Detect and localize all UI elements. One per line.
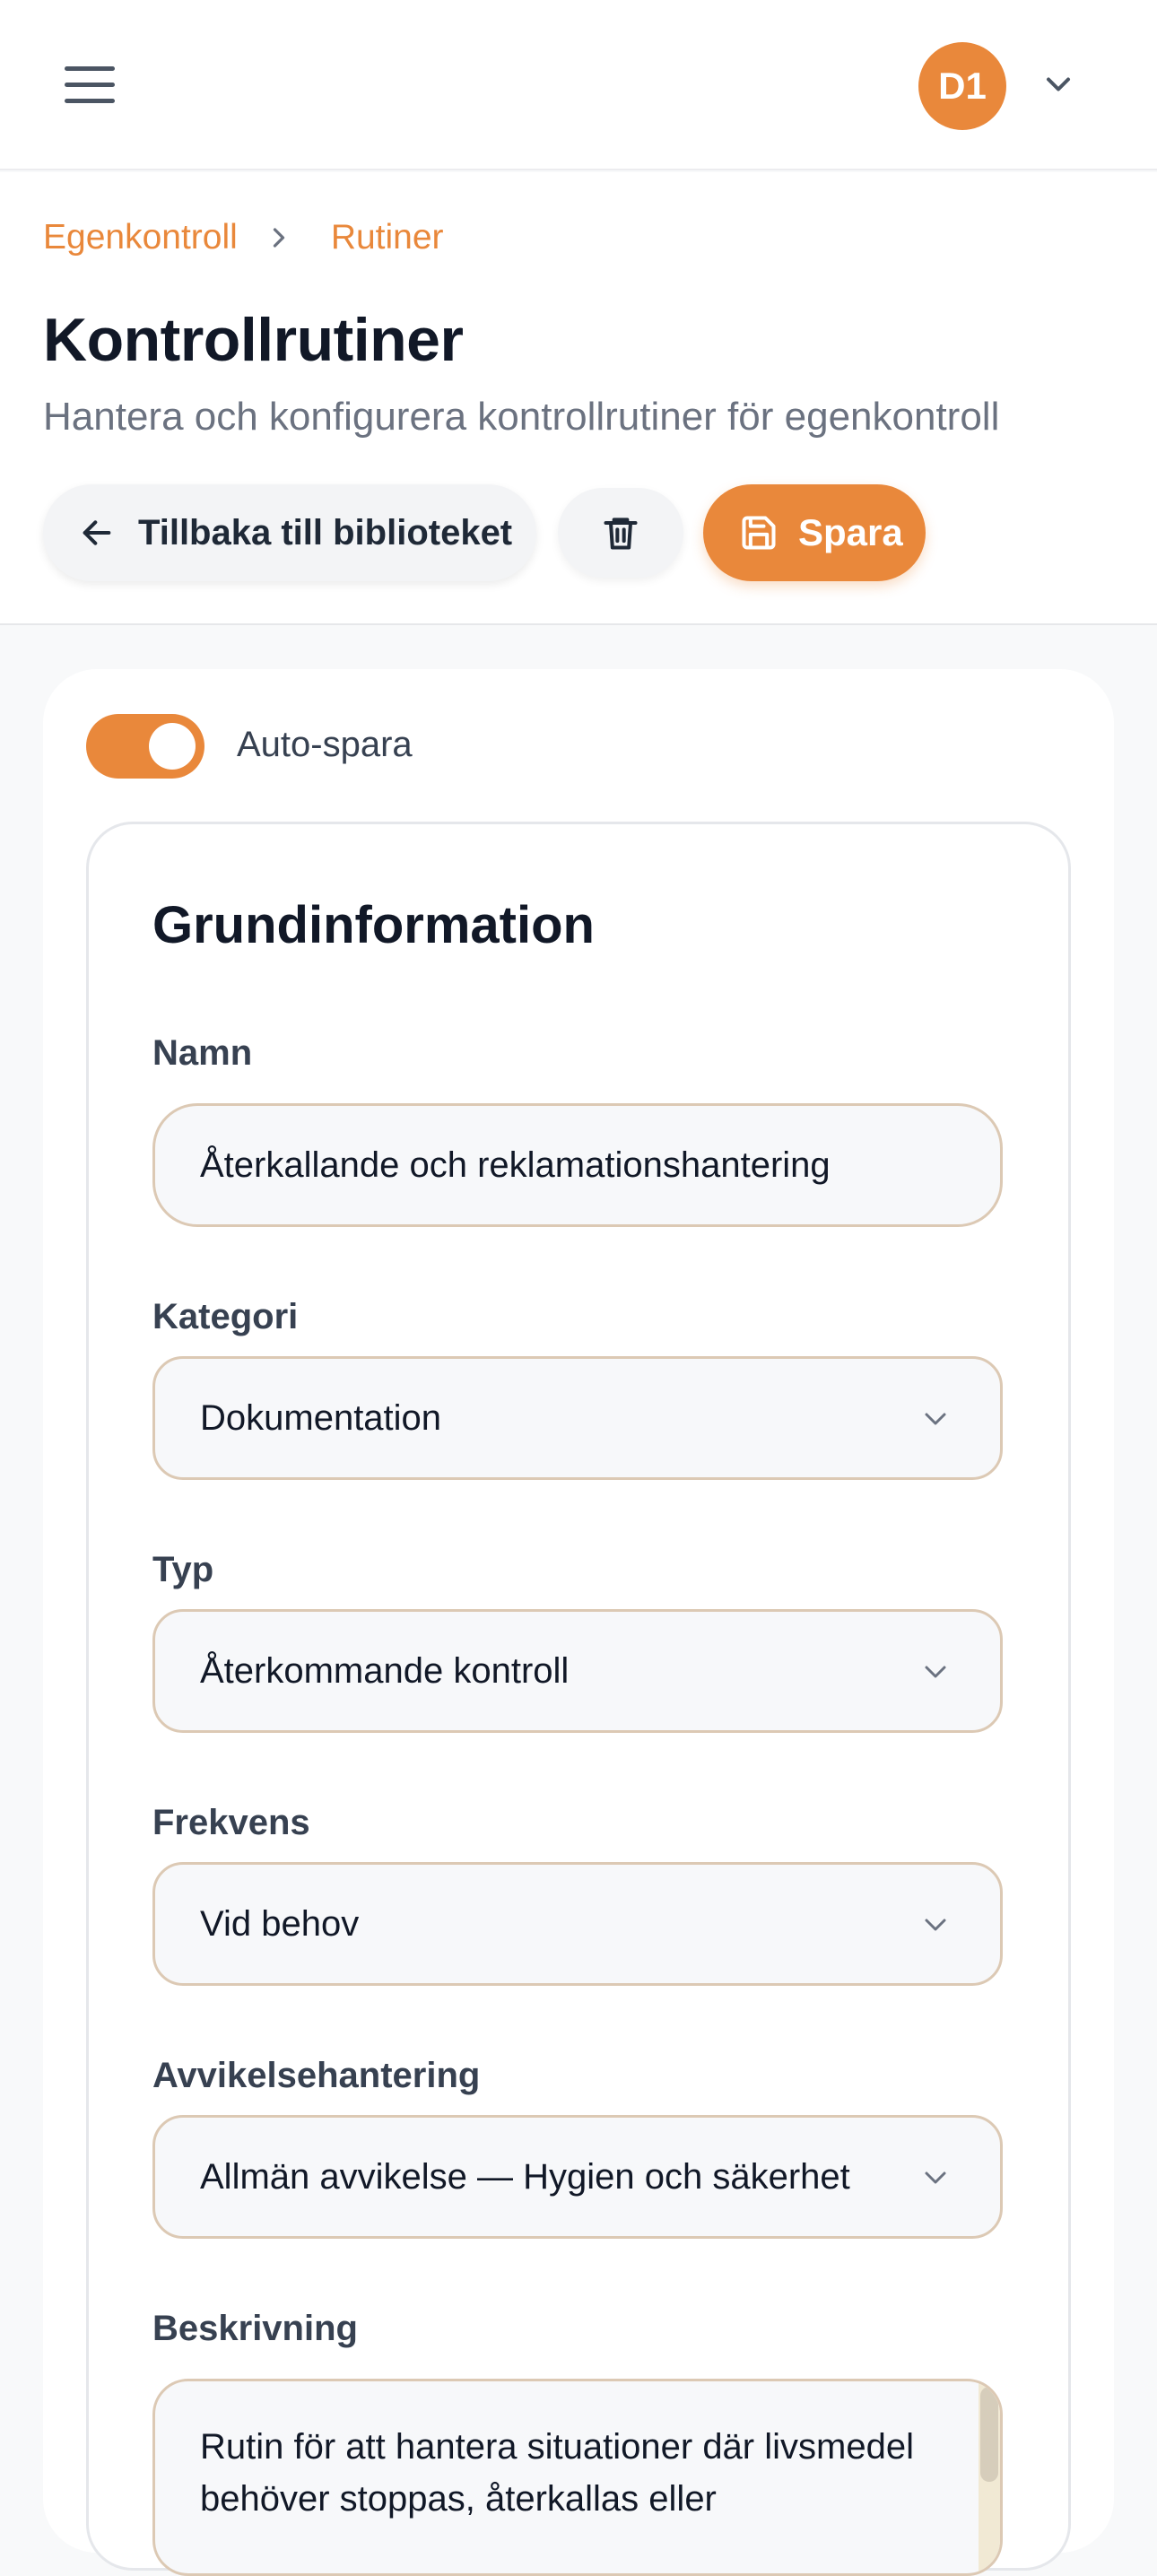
frequency-label: Frekvens	[152, 1803, 310, 1842]
name-input[interactable]: Återkallande och reklamationshantering	[152, 1103, 1003, 1227]
textarea-scrollbar[interactable]	[979, 2381, 1000, 2573]
type-select[interactable]: Återkommande kontroll	[152, 1609, 1003, 1733]
deviation-select[interactable]: Allmän avvikelse — Hygien och säkerhet	[152, 2115, 1003, 2239]
arrow-left-icon	[83, 520, 111, 545]
menu-line	[65, 98, 115, 103]
category-label: Kategori	[152, 1297, 299, 1336]
save-button[interactable]: Spara	[703, 484, 926, 581]
menu-line	[65, 65, 115, 71]
category-select-value: Dokumentation	[200, 1397, 442, 1438]
delete-button[interactable]	[558, 488, 683, 578]
scrollbar-thumb[interactable]	[980, 2387, 998, 2482]
section-title: Grundinformation	[152, 896, 595, 954]
frequency-select[interactable]: Vid behov	[152, 1862, 1003, 1986]
toggle-knob	[149, 723, 196, 770]
page-title: Kontrollrutiner	[43, 306, 464, 374]
save-button-label: Spara	[798, 511, 903, 553]
menu-line	[65, 82, 115, 87]
top-bar: D1	[0, 0, 1157, 170]
chevron-down-icon	[925, 1666, 946, 1678]
back-button-label: Tillbaka till biblioteket	[138, 512, 513, 553]
chevron-down-icon	[925, 1919, 946, 1931]
category-select[interactable]: Dokumentation	[152, 1356, 1003, 1480]
chevron-down-icon	[925, 1413, 946, 1425]
type-select-value: Återkommande kontroll	[200, 1650, 570, 1691]
breadcrumb-link-rutiner[interactable]: Rutiner	[331, 218, 444, 257]
name-label: Namn	[152, 1033, 253, 1073]
description-text: Rutin för att hantera situationer där li…	[200, 2427, 914, 2519]
page-subtitle: Hantera och konfigurera kontrollrutiner …	[43, 395, 1000, 439]
chevron-down-icon[interactable]	[1039, 65, 1078, 104]
name-input-value: Återkallande och reklamationshantering	[200, 1144, 831, 1185]
trash-icon	[604, 518, 638, 550]
hamburger-menu-icon[interactable]	[65, 57, 129, 111]
chevron-right-icon	[273, 228, 284, 248]
deviation-select-value: Allmän avvikelse — Hygien och säkerhet	[200, 2156, 850, 2197]
floppy-disk-icon	[742, 516, 776, 550]
autosave-toggle[interactable]	[86, 714, 204, 779]
deviation-label: Avvikelsehantering	[152, 2056, 481, 2095]
chevron-down-icon	[925, 2171, 946, 2184]
type-label: Typ	[152, 1550, 214, 1589]
back-to-library-button[interactable]: Tillbaka till biblioteket	[43, 484, 536, 581]
description-textarea[interactable]: Rutin för att hantera situationer där li…	[152, 2379, 1003, 2576]
user-avatar[interactable]: D1	[918, 42, 1006, 130]
autosave-label: Auto-spara	[237, 725, 413, 764]
frequency-select-value: Vid behov	[200, 1903, 360, 1944]
breadcrumb: Egenkontroll Rutiner	[43, 218, 444, 257]
description-label: Beskrivning	[152, 2309, 358, 2348]
breadcrumb-link-egenkontroll[interactable]: Egenkontroll	[43, 218, 238, 257]
